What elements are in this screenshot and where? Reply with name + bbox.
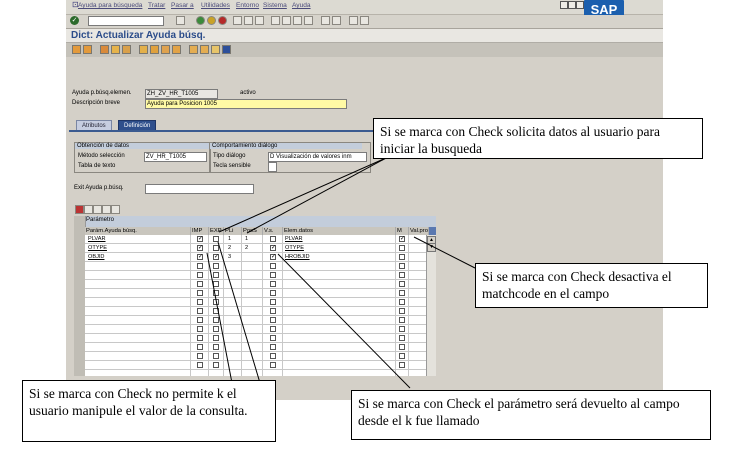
callout-bottom-left: Si se marca con Check no permite k el us…: [22, 380, 276, 442]
callout-bottom-right: Si se marca con Check el parámetro será …: [351, 390, 711, 440]
callout-top: Si se marca con Check solicita datos al …: [373, 118, 703, 159]
callout-right: Si se marca con Check desactiva el match…: [475, 263, 708, 308]
